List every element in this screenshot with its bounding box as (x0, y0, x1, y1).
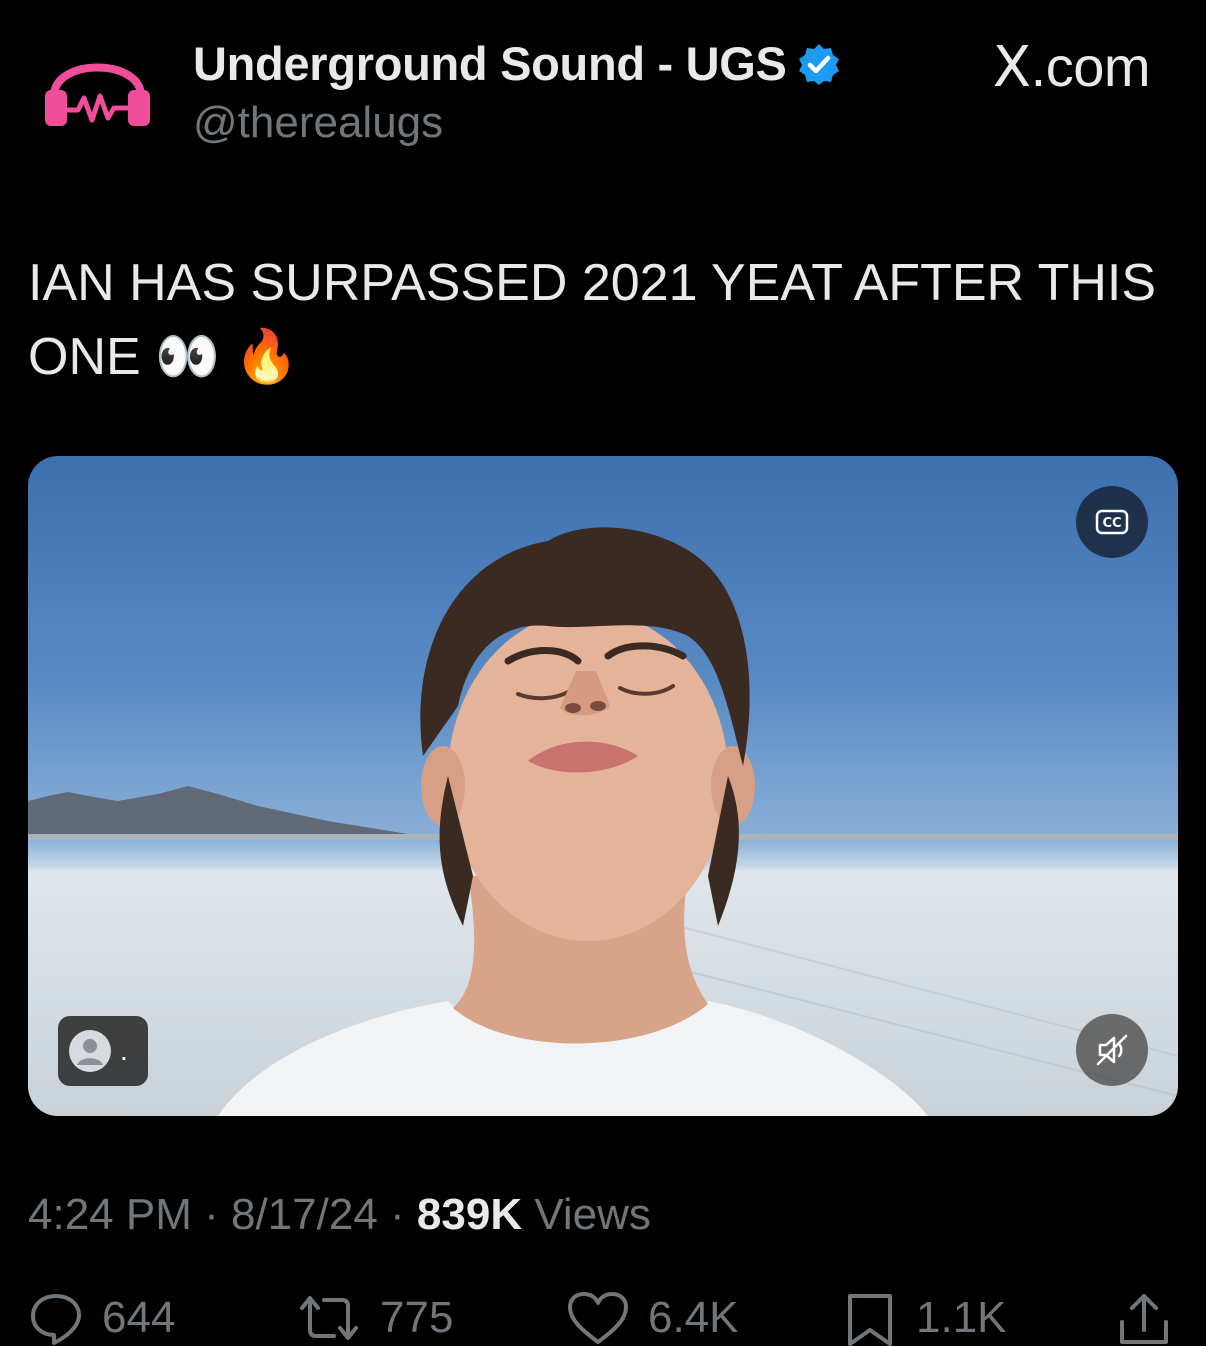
tweet-time[interactable]: 4:24 PM (28, 1190, 192, 1239)
meta-separator: · (191, 1190, 231, 1239)
repost-icon (300, 1296, 358, 1340)
share-button[interactable] (1116, 1290, 1172, 1346)
share-icon (1120, 1294, 1168, 1344)
bookmark-icon (848, 1294, 892, 1346)
closed-captions-icon: CC (1095, 509, 1129, 535)
bookmark-button[interactable]: 1.1K (842, 1290, 1007, 1346)
heart-icon (568, 1292, 628, 1344)
video-frame (28, 527, 1178, 1116)
person-icon (69, 1030, 111, 1072)
bookmark-count: 1.1K (916, 1293, 1007, 1342)
unmute-button[interactable] (1076, 1014, 1148, 1086)
tweet-meta: 4:24 PM · 8/17/24 · 839K Views (28, 1190, 651, 1240)
reply-button[interactable]: 644 (28, 1290, 175, 1346)
meta-separator: · (377, 1190, 417, 1239)
tweet-text: IAN HAS SURPASSED 2021 YEAT AFTER THIS O… (28, 246, 1178, 394)
tweet-text-line: IAN HAS SURPASSED 2021 YEAT AFTER THIS (28, 254, 1157, 312)
like-button[interactable]: 6.4K (566, 1290, 739, 1346)
video-player[interactable]: CC . (28, 456, 1178, 1116)
headphones-logo-icon[interactable] (40, 38, 155, 133)
tweet-text-line: ONE 👀 🔥 (28, 328, 300, 386)
brand-watermark: X.com (992, 34, 1151, 100)
closed-captions-button[interactable]: CC (1076, 486, 1148, 558)
tweet-header: Underground Sound - UGS @therealugs X.co… (0, 0, 1206, 200)
tagged-users-button[interactable]: . (58, 1016, 148, 1086)
tweet-actions: 644 775 6.4K 1.1K (0, 1290, 1206, 1346)
author-handle[interactable]: @therealugs (193, 98, 443, 148)
tagged-users-dot: . (120, 1035, 128, 1066)
views-count[interactable]: 839K (417, 1190, 522, 1239)
repost-button[interactable]: 775 (296, 1290, 453, 1346)
brand-suffix: .com (1030, 35, 1151, 98)
cc-text: CC (1102, 516, 1121, 531)
views-label: Views (522, 1190, 651, 1239)
repost-count: 775 (380, 1293, 454, 1342)
author-display-name[interactable]: Underground Sound - UGS (193, 36, 787, 91)
author-name-row[interactable]: Underground Sound - UGS (193, 36, 841, 91)
reply-count: 644 (102, 1293, 176, 1342)
verified-badge-icon[interactable] (797, 42, 841, 86)
like-count: 6.4K (648, 1293, 739, 1342)
reply-icon (31, 1294, 81, 1345)
muted-speaker-icon (1096, 1034, 1128, 1066)
x-logo-icon: X (992, 35, 1031, 100)
tweet-date[interactable]: 8/17/24 (231, 1190, 378, 1239)
